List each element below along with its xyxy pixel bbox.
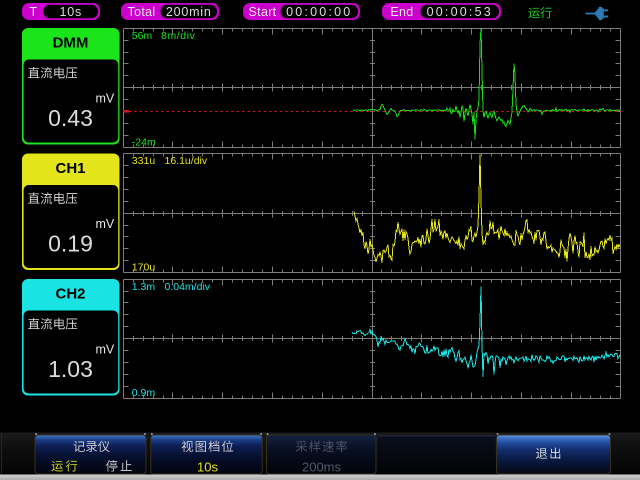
- svg-text:End: End: [390, 5, 413, 19]
- svg-text:CH2: CH2: [55, 286, 85, 303]
- svg-text:1.03: 1.03: [48, 356, 93, 382]
- svg-text:Total: Total: [128, 5, 156, 19]
- svg-text:170u: 170u: [132, 262, 156, 274]
- svg-text:mV: mV: [95, 92, 114, 106]
- svg-text:0.19: 0.19: [48, 231, 93, 257]
- svg-text:mV: mV: [95, 217, 114, 231]
- svg-text:0.9m: 0.9m: [132, 387, 156, 399]
- svg-text:0.04m/div: 0.04m/div: [165, 281, 211, 293]
- svg-text:56m: 56m: [132, 30, 153, 42]
- svg-text:00:00:00: 00:00:00: [286, 5, 352, 19]
- svg-text:DMM: DMM: [53, 35, 89, 52]
- svg-text:16.1u/div: 16.1u/div: [165, 155, 208, 167]
- svg-text:mV: mV: [95, 343, 114, 357]
- svg-text:8m/div: 8m/div: [161, 30, 196, 42]
- svg-text:331u: 331u: [132, 155, 156, 167]
- svg-text:Start: Start: [249, 5, 277, 19]
- svg-text:-24m: -24m: [132, 137, 156, 149]
- svg-text:200min: 200min: [166, 5, 212, 19]
- svg-text:200ms: 200ms: [302, 460, 342, 475]
- svg-text:1.3m: 1.3m: [132, 281, 156, 293]
- svg-text:CH1: CH1: [55, 160, 85, 177]
- svg-text:0.43: 0.43: [48, 105, 93, 131]
- svg-text:10s: 10s: [59, 5, 82, 19]
- svg-text:T: T: [30, 5, 38, 19]
- svg-text:10s: 10s: [197, 460, 218, 475]
- svg-text:00:00:53: 00:00:53: [427, 5, 493, 19]
